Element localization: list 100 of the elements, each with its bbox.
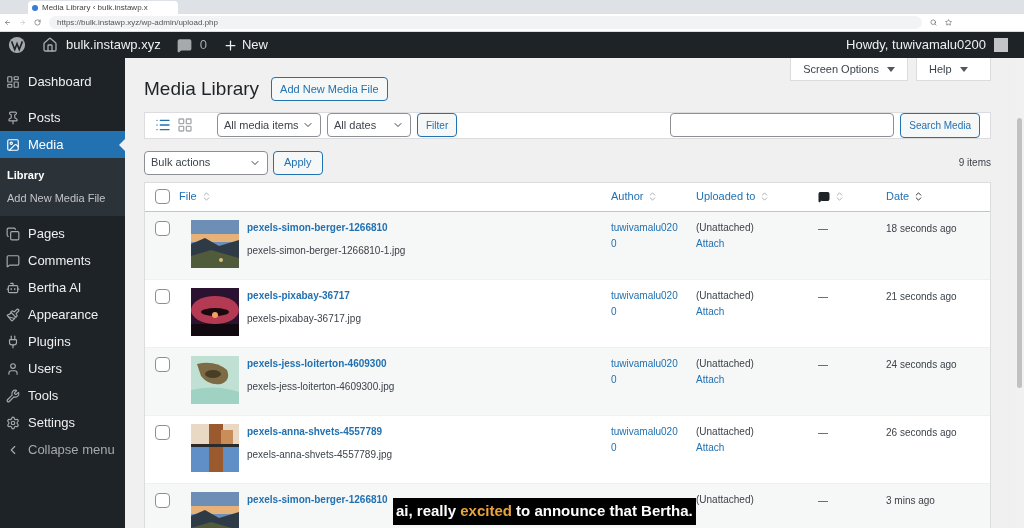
back-icon[interactable] bbox=[4, 19, 11, 26]
tab-title: Media Library ‹ bulk.instawp.x bbox=[42, 2, 148, 13]
date-text: 24 seconds ago bbox=[886, 358, 957, 370]
reload-icon[interactable] bbox=[34, 19, 41, 26]
file-title-link[interactable]: pexels-simon-berger-1266810 bbox=[247, 491, 388, 507]
row-checkbox[interactable] bbox=[154, 424, 170, 440]
column-header[interactable]: Author bbox=[611, 188, 644, 205]
column-header[interactable]: File bbox=[179, 188, 197, 205]
file-title-link[interactable]: pexels-jess-loiterton-4609300 bbox=[247, 355, 395, 371]
new-link[interactable]: New bbox=[241, 35, 268, 55]
column-header[interactable]: Date bbox=[886, 188, 910, 205]
attach-link[interactable]: Attach bbox=[696, 235, 725, 252]
site-link[interactable]: bulk.instawp.xyz bbox=[66, 35, 161, 55]
row-checkbox[interactable] bbox=[154, 492, 170, 508]
sidebar-item[interactable]: Posts bbox=[0, 104, 125, 131]
submenu-item[interactable]: Add New Media File bbox=[0, 187, 125, 210]
grid-view-icon[interactable] bbox=[177, 117, 193, 133]
screen-options-button[interactable]: Screen Options bbox=[790, 58, 908, 81]
search-icon[interactable] bbox=[930, 19, 937, 26]
file-name: pexels-jess-loiterton-4609300.jpg bbox=[247, 379, 395, 394]
author-link[interactable]: tuwivamalu0200 bbox=[611, 355, 683, 388]
plus-icon[interactable] bbox=[222, 37, 238, 53]
uploaded-to-text: (Unattached) bbox=[696, 492, 755, 507]
sidebar-item[interactable]: Comments bbox=[0, 247, 125, 274]
date-text: 26 seconds ago bbox=[886, 426, 957, 438]
comment-icon[interactable] bbox=[176, 37, 192, 53]
search-field[interactable] bbox=[670, 113, 895, 137]
row-checkbox[interactable] bbox=[154, 220, 170, 236]
attach-link[interactable]: Attach bbox=[696, 371, 725, 388]
tab-favicon-icon bbox=[32, 4, 38, 11]
comment-count: — bbox=[818, 358, 828, 370]
bulk-actions-select[interactable]: Bulk actions bbox=[144, 150, 268, 175]
author-link[interactable]: tuwivamalu0200 bbox=[611, 219, 683, 252]
media-type-select[interactable]: All media items bbox=[217, 113, 321, 137]
apply-button[interactable]: Apply bbox=[273, 150, 323, 175]
comment-count: — bbox=[818, 494, 828, 506]
sidebar-item[interactable]: Settings bbox=[0, 409, 125, 436]
file-name: pexels-anna-shvets-4557789.jpg bbox=[247, 447, 393, 462]
help-button[interactable]: Help bbox=[916, 58, 991, 81]
submenu-item[interactable]: Library bbox=[0, 164, 125, 187]
star-icon[interactable] bbox=[945, 19, 952, 26]
dashboard-icon bbox=[6, 74, 20, 89]
select-all-checkbox[interactable] bbox=[154, 189, 170, 204]
caret-icon bbox=[959, 66, 968, 72]
sidebar-item[interactable]: Users bbox=[0, 355, 125, 382]
sidebar-item[interactable]: Dashboard bbox=[0, 68, 125, 95]
pages-icon bbox=[6, 226, 20, 241]
column-header[interactable]: Uploaded to bbox=[696, 188, 756, 205]
date-text: 3 mins ago bbox=[886, 494, 935, 506]
sidebar-item[interactable]: Tools bbox=[0, 382, 125, 409]
date-text: 18 seconds ago bbox=[886, 222, 957, 234]
sidebar-item[interactable]: Appearance bbox=[0, 301, 125, 328]
robot-icon bbox=[6, 280, 20, 295]
greeting-link[interactable]: Howdy, tuwivamalu0200 bbox=[846, 35, 986, 55]
caption-text: ai, really excited to announce that Bertha. bbox=[393, 498, 696, 525]
file-name: pexels-simon-berger-1266810-1.jpg bbox=[247, 243, 406, 258]
pin-icon bbox=[6, 110, 20, 125]
wrench-icon bbox=[6, 388, 20, 403]
row-checkbox[interactable] bbox=[154, 356, 170, 372]
scrollbar-thumb[interactable] bbox=[1017, 118, 1022, 388]
address-bar[interactable]: https://bulk.instawp.xyz/wp-admin/upload.php bbox=[49, 16, 922, 29]
file-name: pexels-pixabay-36717.jpg bbox=[247, 311, 361, 326]
file-title-link[interactable]: pexels-anna-shvets-4557789 bbox=[247, 423, 393, 439]
comment-icon bbox=[6, 253, 20, 268]
comment-count[interactable]: 0 bbox=[199, 35, 207, 55]
user-icon bbox=[6, 361, 20, 376]
uploaded-to-text: (Unattached) bbox=[696, 356, 755, 371]
filter-button[interactable]: Filter bbox=[417, 113, 458, 137]
browser-tab[interactable]: Media Library ‹ bulk.instawp.x bbox=[28, 1, 178, 14]
comment-count: — bbox=[818, 222, 828, 234]
sidebar-item[interactable]: Collapse menu bbox=[0, 436, 125, 463]
home-icon[interactable] bbox=[42, 37, 58, 53]
settings-icon bbox=[6, 415, 20, 430]
plug-icon bbox=[6, 334, 20, 349]
row-checkbox[interactable] bbox=[154, 288, 170, 304]
page-title: Media Library bbox=[144, 77, 260, 101]
date-text: 21 seconds ago bbox=[886, 290, 957, 302]
search-media-button[interactable]: Search Media bbox=[900, 112, 980, 138]
uploaded-to-text: (Unattached) bbox=[696, 424, 755, 439]
current-pointer-icon bbox=[119, 139, 125, 151]
add-new-button[interactable]: Add New Media File bbox=[271, 77, 388, 102]
list-view-icon[interactable] bbox=[155, 117, 171, 133]
sidebar-item[interactable]: Bertha AI bbox=[0, 274, 125, 301]
uploaded-to-text: (Unattached) bbox=[696, 220, 755, 235]
sort-icon bbox=[834, 191, 845, 202]
comment-count: — bbox=[818, 426, 828, 438]
sidebar-item[interactable]: Media bbox=[0, 131, 125, 158]
item-count: 9 items bbox=[958, 156, 991, 170]
author-link[interactable]: tuwivamalu0200 bbox=[611, 423, 683, 456]
attach-link[interactable]: Attach bbox=[696, 303, 725, 320]
file-title-link[interactable]: pexels-simon-berger-1266810 bbox=[247, 219, 406, 235]
caret-icon bbox=[887, 66, 895, 72]
sidebar-item[interactable]: Plugins bbox=[0, 328, 125, 355]
file-title-link[interactable]: pexels-pixabay-36717 bbox=[247, 287, 361, 303]
wordpress-logo-icon[interactable] bbox=[8, 36, 26, 54]
sidebar-item[interactable]: Pages bbox=[0, 220, 125, 247]
media-icon bbox=[6, 137, 20, 152]
author-link[interactable]: tuwivamalu0200 bbox=[611, 287, 683, 320]
date-select[interactable]: All dates bbox=[327, 113, 411, 137]
attach-link[interactable]: Attach bbox=[696, 439, 725, 456]
